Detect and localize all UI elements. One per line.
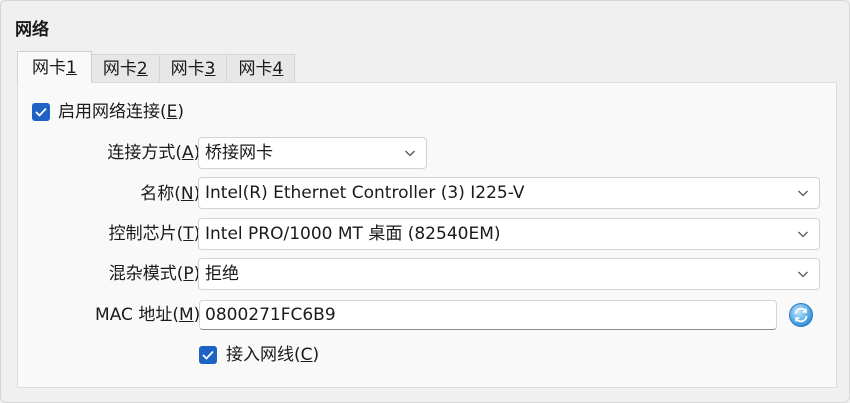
label-suffix: ) — [177, 102, 185, 122]
tab-key: 3 — [204, 59, 216, 79]
mac-address-value: 0800271FC6B9 — [205, 305, 336, 325]
chevron-down-icon — [798, 271, 808, 278]
label-key: T — [183, 224, 194, 244]
label-key: P — [183, 264, 194, 284]
label-text: 连接方式( — [107, 143, 182, 163]
enable-adapter-checkbox[interactable] — [32, 103, 50, 121]
adapter-panel: 启用网络连接(E) 连接方式(A): 桥接网卡 名称(N): Intel(R) … — [17, 82, 837, 388]
adapter-type-select[interactable]: Intel PRO/1000 MT 桌面 (82540EM) — [198, 218, 820, 250]
adapter-type-value: Intel PRO/1000 MT 桌面 (82540EM) — [205, 224, 501, 244]
label-text: MAC 地址( — [95, 305, 179, 325]
mac-address-input[interactable]: 0800271FC6B9 — [199, 300, 777, 330]
tab-adapter-4[interactable]: 网卡 4 — [226, 54, 296, 83]
tab-label: 网卡 — [170, 59, 205, 79]
cable-connected-checkbox[interactable] — [199, 346, 217, 364]
checkmark-icon — [35, 107, 47, 117]
label-suffix: ) — [312, 345, 320, 365]
mac-address-label: MAC 地址(M): — [95, 305, 206, 325]
chevron-down-icon — [798, 190, 808, 197]
promiscuous-mode-label: 混杂模式(P): — [109, 264, 206, 284]
tab-label: 网卡 — [238, 59, 273, 79]
label-text: 启用网络连接( — [58, 102, 167, 122]
attached-to-value: 桥接网卡 — [205, 143, 273, 163]
label-key: N — [180, 184, 194, 204]
label-key: M — [178, 305, 194, 325]
cable-connected-label[interactable]: 接入网线(C) — [226, 345, 319, 365]
network-settings-window: 网络 网卡 1 网卡 2 网卡 3 网卡 4 启用网络连接(E) 连接方式(A)… — [0, 0, 850, 403]
label-text: 混杂模式( — [108, 264, 184, 284]
promiscuous-mode-select[interactable]: 拒绝 — [198, 258, 820, 290]
label-key: C — [300, 345, 313, 365]
refresh-mac-icon[interactable] — [788, 302, 814, 328]
label-key: A — [181, 143, 194, 163]
attached-to-label: 连接方式(A): — [107, 143, 206, 163]
label-key: E — [166, 102, 178, 122]
name-select[interactable]: Intel(R) Ethernet Controller (3) I225-V — [198, 177, 820, 209]
label-text: 控制芯片( — [108, 224, 184, 244]
tab-label: 网卡 — [102, 59, 137, 79]
chevron-down-icon — [405, 150, 415, 157]
tab-adapter-2[interactable]: 网卡 2 — [90, 54, 160, 83]
tab-label: 网卡 — [32, 57, 66, 78]
tab-adapter-3[interactable]: 网卡 3 — [158, 54, 228, 83]
label-text: 名称( — [140, 184, 181, 204]
tab-adapter-1[interactable]: 网卡 1 — [17, 51, 92, 83]
chevron-down-icon — [798, 231, 808, 238]
label-text: 接入网线( — [226, 345, 301, 365]
tab-key: 4 — [272, 59, 284, 79]
name-label: 名称(N): — [140, 184, 206, 204]
adapter-type-label: 控制芯片(T): — [109, 224, 206, 244]
checkmark-icon — [202, 350, 214, 360]
enable-adapter-label[interactable]: 启用网络连接(E) — [58, 102, 184, 122]
tab-key: 2 — [136, 59, 148, 79]
name-value: Intel(R) Ethernet Controller (3) I225-V — [205, 183, 525, 203]
adapter-tabs: 网卡 1 网卡 2 网卡 3 网卡 4 — [17, 51, 296, 83]
section-title: 网络 — [15, 20, 49, 40]
promiscuous-mode-value: 拒绝 — [205, 264, 239, 284]
attached-to-select[interactable]: 桥接网卡 — [198, 137, 427, 169]
tab-key: 1 — [66, 57, 77, 78]
